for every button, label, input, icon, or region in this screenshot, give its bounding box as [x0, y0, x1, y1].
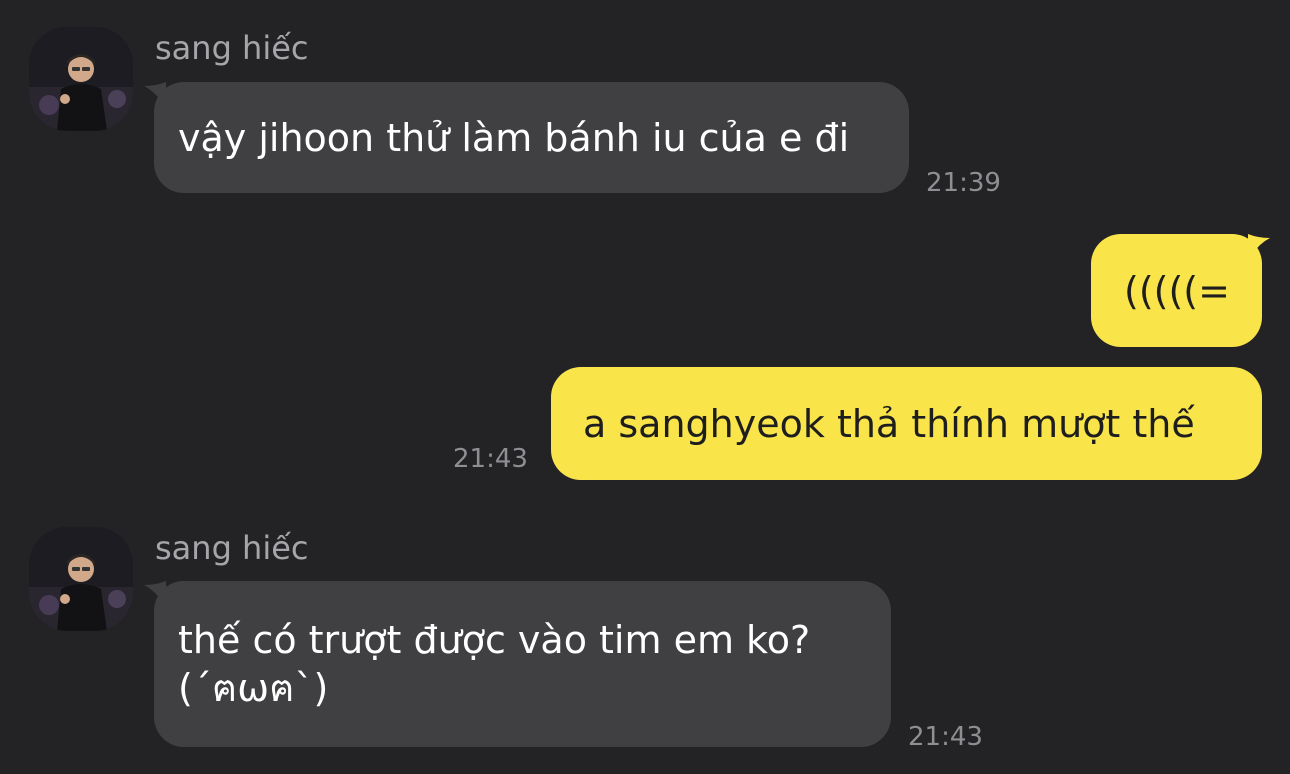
message-bubble-outgoing[interactable]: a sanghyeok thả thính mượt thế: [551, 367, 1262, 480]
bubble-tail: [1248, 234, 1270, 260]
sender-name: sang hiếc: [155, 529, 309, 567]
sender-avatar[interactable]: [29, 527, 133, 631]
message-text: (((((=: [1124, 269, 1230, 313]
sender-avatar[interactable]: [29, 27, 133, 131]
sender-name: sang hiếc: [155, 29, 309, 67]
message-text: vậy jihoon thử làm bánh iu của e đi: [178, 116, 850, 160]
profile-avatar-icon: [29, 27, 133, 131]
message-timestamp: 21:39: [926, 168, 1001, 198]
message-bubble-outgoing[interactable]: (((((=: [1091, 234, 1262, 347]
message-bubble-incoming[interactable]: thế có trượt được vào tim em ko? (´ฅωฅ`): [154, 581, 891, 747]
message-timestamp: 21:43: [908, 722, 983, 752]
chat-thread: sang hiếc vậy jihoon thử làm bánh iu của…: [0, 0, 1290, 774]
message-text-line: (´ฅωฅ`): [178, 666, 329, 710]
message-timestamp: 21:43: [453, 444, 528, 474]
message-text: a sanghyeok thả thính mượt thế: [583, 402, 1195, 446]
message-bubble-incoming[interactable]: vậy jihoon thử làm bánh iu của e đi: [154, 82, 909, 193]
profile-avatar-icon: [29, 527, 133, 631]
message-text-line: thế có trượt được vào tim em ko?: [178, 618, 811, 662]
